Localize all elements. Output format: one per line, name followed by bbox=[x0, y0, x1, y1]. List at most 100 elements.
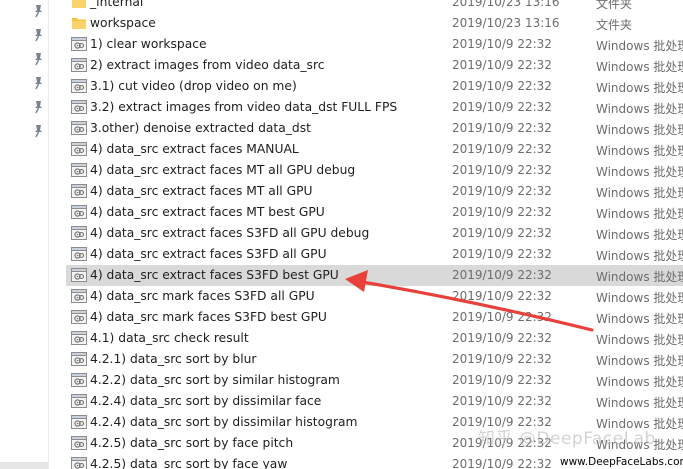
file-date: 2019/10/23 13:16 bbox=[452, 0, 560, 9]
pin-icon[interactable] bbox=[31, 124, 45, 138]
file-type: Windows 批处理 bbox=[596, 228, 683, 242]
file-date: 2019/10/9 22:32 bbox=[452, 58, 552, 72]
navigation-pane-scrollbar[interactable] bbox=[0, 462, 48, 469]
file-type: Windows 批处理 bbox=[596, 270, 683, 284]
batch-file-icon bbox=[71, 205, 87, 219]
file-row[interactable]: 4) data_src extract faces MANUAL 2019/10/… bbox=[66, 139, 683, 160]
file-name: 3.2) extract images from video data_dst … bbox=[90, 100, 398, 114]
file-row[interactable]: 4.1) data_src check result 2019/10/9 22:3… bbox=[66, 328, 683, 349]
file-type: Windows 批处理 bbox=[596, 249, 683, 263]
batch-file-icon bbox=[71, 289, 87, 303]
file-name: 4.2.4) data_src sort by dissimilar face bbox=[90, 394, 322, 408]
file-type: Windows 批处理 bbox=[596, 186, 683, 200]
file-row[interactable]: 4.2.4) data_src sort by dissimilar face 2… bbox=[66, 391, 683, 412]
file-row[interactable]: 1) clear workspace 2019/10/9 22:32 Windows… bbox=[66, 34, 683, 55]
file-type: Windows 批处理 bbox=[596, 39, 683, 53]
batch-file-icon bbox=[71, 58, 87, 72]
file-name: 4) data_src extract faces S3FD best GPU bbox=[90, 268, 339, 282]
file-name: 4) data_src extract faces MANUAL bbox=[90, 142, 299, 156]
file-name: 4.1) data_src check result bbox=[90, 331, 249, 345]
file-row[interactable]: 4) data_src mark faces S3FD best GPU 2019… bbox=[66, 307, 683, 328]
file-date: 2019/10/9 22:32 bbox=[452, 79, 552, 93]
file-row[interactable]: 2) extract images from video data_src 201… bbox=[66, 55, 683, 76]
file-date: 2019/10/9 22:32 bbox=[452, 205, 552, 219]
folder-icon bbox=[71, 16, 87, 30]
file-row[interactable]: 4) data_src extract faces MT all GPU deb… bbox=[66, 160, 683, 181]
file-list: _internal 2019/10/23 13:16 文件夹 workspace 201… bbox=[66, 0, 683, 469]
batch-file-icon bbox=[71, 394, 87, 408]
file-type: Windows 批处理 bbox=[596, 333, 683, 347]
file-name: 4.2.5) data_src sort by face pitch bbox=[90, 436, 294, 450]
file-row[interactable]: _internal 2019/10/23 13:16 文件夹 bbox=[66, 0, 683, 13]
file-name: _internal bbox=[90, 0, 144, 9]
file-type: Windows 批处理 bbox=[596, 102, 683, 116]
file-row[interactable]: 4) data_src extract faces MT all GPU 2019… bbox=[66, 181, 683, 202]
file-date: 2019/10/9 22:32 bbox=[452, 268, 552, 282]
file-date: 2019/10/9 22:32 bbox=[452, 457, 552, 469]
file-row[interactable]: 3.1) cut video (drop video on me) 2019/10… bbox=[66, 76, 683, 97]
file-date: 2019/10/9 22:32 bbox=[452, 100, 552, 114]
batch-file-icon bbox=[71, 100, 87, 114]
file-row[interactable]: 3.other) denoise extracted data_dst 2019/… bbox=[66, 118, 683, 139]
file-name: 4) data_src extract faces S3FD all GPU d… bbox=[90, 226, 370, 240]
file-type: Windows 批处理 bbox=[596, 375, 683, 389]
file-type: 文件夹 bbox=[596, 18, 633, 32]
file-name: 4) data_src mark faces S3FD all GPU bbox=[90, 289, 315, 303]
pin-icon[interactable] bbox=[31, 100, 45, 114]
file-date: 2019/10/9 22:32 bbox=[452, 121, 552, 135]
file-name: 3.1) cut video (drop video on me) bbox=[90, 79, 297, 93]
batch-file-icon bbox=[71, 121, 87, 135]
batch-file-icon bbox=[71, 310, 87, 324]
batch-file-icon bbox=[71, 37, 87, 51]
file-row-selected[interactable]: 4) data_src extract faces S3FD best GPU 2… bbox=[66, 265, 683, 286]
file-date: 2019/10/9 22:32 bbox=[452, 37, 552, 51]
batch-file-icon bbox=[71, 415, 87, 429]
file-name: 4) data_src extract faces MT all GPU bbox=[90, 184, 313, 198]
file-type: Windows 批处理 bbox=[596, 144, 683, 158]
pin-icon[interactable] bbox=[31, 4, 45, 18]
file-date: 2019/10/23 13:16 bbox=[452, 16, 560, 30]
file-row[interactable]: workspace 2019/10/23 13:16 文件夹 bbox=[66, 13, 683, 34]
file-type: Windows 批处理 bbox=[596, 60, 683, 74]
file-name: 1) clear workspace bbox=[90, 37, 207, 51]
pin-icon[interactable] bbox=[31, 52, 45, 66]
file-type: Windows 批处理 bbox=[596, 354, 683, 368]
file-date: 2019/10/9 22:32 bbox=[452, 373, 552, 387]
file-date: 2019/10/9 22:32 bbox=[452, 142, 552, 156]
file-row[interactable]: 4.2.1) data_src sort by blur 2019/10/9 22… bbox=[66, 349, 683, 370]
file-row[interactable]: 4) data_src extract faces S3FD all GPU 20… bbox=[66, 244, 683, 265]
batch-file-icon bbox=[71, 373, 87, 387]
file-name: 3.other) denoise extracted data_dst bbox=[90, 121, 311, 135]
file-name: 4.2.1) data_src sort by blur bbox=[90, 352, 257, 366]
file-row[interactable]: 4) data_src extract faces MT best GPU 201… bbox=[66, 202, 683, 223]
file-name: 4) data_src mark faces S3FD best GPU bbox=[90, 310, 327, 324]
pin-icon[interactable] bbox=[31, 76, 45, 90]
batch-file-icon bbox=[71, 436, 87, 450]
file-row[interactable]: 4) data_src extract faces S3FD all GPU d… bbox=[66, 223, 683, 244]
folder-icon bbox=[71, 0, 87, 9]
file-date: 2019/10/9 22:32 bbox=[452, 163, 552, 177]
file-type: Windows 批处理 bbox=[596, 123, 683, 137]
file-row[interactable]: 4) data_src mark faces S3FD all GPU 2019/… bbox=[66, 286, 683, 307]
file-explorer-window: _internal 2019/10/23 13:16 文件夹 workspace 201… bbox=[0, 0, 683, 469]
file-type: Windows 批处理 bbox=[596, 396, 683, 410]
batch-file-icon bbox=[71, 184, 87, 198]
file-row[interactable]: 3.2) extract images from video data_dst … bbox=[66, 97, 683, 118]
file-name: 4.2.5) data_src sort by face yaw bbox=[90, 457, 288, 469]
file-date: 2019/10/9 22:32 bbox=[452, 352, 552, 366]
file-type: Windows 批处理 bbox=[596, 291, 683, 305]
batch-file-icon bbox=[71, 142, 87, 156]
file-date: 2019/10/9 22:32 bbox=[452, 289, 552, 303]
file-name: 4.2.4) data_src sort by dissimilar histo… bbox=[90, 415, 358, 429]
batch-file-icon bbox=[71, 331, 87, 345]
watermark-url: www.DeepFaceLabs.com bbox=[552, 455, 683, 469]
file-date: 2019/10/9 22:32 bbox=[452, 394, 552, 408]
pin-icon[interactable] bbox=[31, 28, 45, 42]
file-name: workspace bbox=[90, 16, 156, 30]
file-type: Windows 批处理 bbox=[596, 165, 683, 179]
batch-file-icon bbox=[71, 352, 87, 366]
file-type: Windows 批处理 bbox=[596, 207, 683, 221]
file-type: 文件夹 bbox=[596, 0, 633, 11]
file-row[interactable]: 4.2.2) data_src sort by similar histogra… bbox=[66, 370, 683, 391]
file-date: 2019/10/9 22:32 bbox=[452, 226, 552, 240]
